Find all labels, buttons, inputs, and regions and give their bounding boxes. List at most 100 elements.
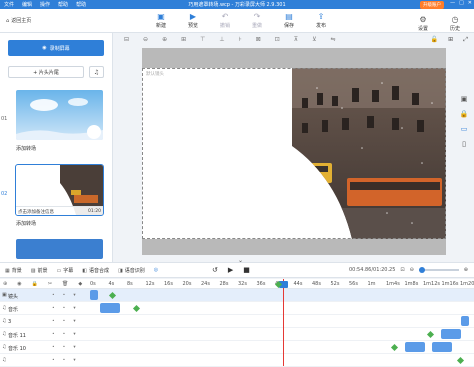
- slide-note[interactable]: 点击添加备注信息: [18, 209, 54, 215]
- delete-icon[interactable]: 🗑: [62, 281, 68, 287]
- fit-icon[interactable]: ⊡: [400, 267, 404, 273]
- add-track-icon[interactable]: ⊕: [3, 281, 7, 287]
- menu-help-2[interactable]: 帮助: [76, 1, 86, 8]
- head-tail-button[interactable]: + 片头片尾: [8, 66, 84, 78]
- maximize-icon[interactable]: □: [459, 0, 464, 6]
- timeline-track[interactable]: ♫ • • ▾: [0, 354, 474, 367]
- align-right-icon[interactable]: ⊕: [162, 36, 167, 43]
- marker-icon[interactable]: ◆: [78, 281, 82, 287]
- publish-button[interactable]: ⇪ 发布: [310, 12, 332, 29]
- zoom-in-icon[interactable]: ⊕: [464, 267, 468, 273]
- lock-toggle-icon[interactable]: •: [63, 293, 66, 298]
- group-icon[interactable]: ⊠: [256, 36, 261, 43]
- undo-button[interactable]: ↶ 撤销: [214, 12, 236, 29]
- timeline-track[interactable]: ♫ 3 • • ▾: [0, 315, 474, 328]
- track-controls: • • ▾: [52, 319, 76, 324]
- split-icon[interactable]: ✂: [48, 281, 52, 287]
- distribute-icon[interactable]: ⊞: [181, 36, 186, 43]
- menu-edit[interactable]: 编辑: [22, 1, 32, 8]
- align-left-icon[interactable]: ⊟: [124, 36, 129, 43]
- layer-up-icon[interactable]: ⊼: [294, 36, 298, 43]
- timeline-track[interactable]: ♫ 音乐 • • ▾: [0, 302, 474, 315]
- audio-clip[interactable]: [461, 316, 469, 326]
- align-middle-icon[interactable]: ⊥: [219, 36, 224, 43]
- align-top-icon[interactable]: ⊤: [200, 36, 205, 43]
- zoom-slider[interactable]: [418, 267, 459, 273]
- lock-toggle-icon[interactable]: •: [63, 345, 66, 350]
- audio-clip[interactable]: [90, 290, 98, 300]
- lock-toggle-icon[interactable]: •: [63, 358, 66, 363]
- history-button[interactable]: ◷ 历史: [444, 15, 466, 32]
- lock-toggle-icon[interactable]: •: [63, 319, 66, 324]
- timeline-track[interactable]: ▣ 镜头 • • ▾: [0, 289, 474, 302]
- back-to-home-button[interactable]: ⌂ 返回主页: [6, 17, 32, 25]
- visibility-toggle-icon[interactable]: •: [52, 306, 55, 311]
- layer-down-icon[interactable]: ⊻: [312, 36, 316, 43]
- menu-operate[interactable]: 操作: [40, 1, 50, 8]
- more-icon[interactable]: ▾: [73, 293, 75, 298]
- phone-icon[interactable]: ▯: [462, 140, 466, 148]
- timeline-track[interactable]: ♫ 音乐 11 • • ▾: [0, 328, 474, 341]
- redo-icon: ↷: [253, 12, 261, 21]
- menu-help[interactable]: 帮助: [58, 1, 68, 8]
- slide-thumbnail-3[interactable]: [16, 239, 103, 259]
- rewind-icon[interactable]: ↺: [212, 266, 218, 274]
- monitor-icon[interactable]: ▭: [461, 125, 468, 133]
- more-icon[interactable]: ▾: [73, 306, 75, 311]
- lock-toggle-icon[interactable]: •: [63, 306, 66, 311]
- new-button[interactable]: ▣ 新建: [150, 12, 172, 29]
- lock-icon[interactable]: 🔓: [431, 36, 438, 44]
- voice-recognition-button[interactable]: ◨ 语音识别: [118, 267, 145, 274]
- redo-button[interactable]: ↷ 重做: [246, 12, 268, 29]
- publish-label: 发布: [315, 23, 326, 29]
- flip-icon[interactable]: ⇋: [331, 36, 336, 43]
- visibility-toggle-icon[interactable]: •: [52, 319, 55, 324]
- settings-button[interactable]: ⚙ 设置: [412, 15, 434, 32]
- foreground-button[interactable]: ▨ 前景: [31, 267, 48, 274]
- record-screen-button[interactable]: ◉ 录制屏幕: [8, 40, 104, 56]
- visibility-toggle-icon[interactable]: •: [52, 293, 55, 298]
- visibility-toggle-icon[interactable]: •: [52, 345, 55, 350]
- undo-label: 撤销: [219, 23, 230, 29]
- save-button[interactable]: ▤ 保存: [278, 12, 300, 29]
- background-button[interactable]: ▦ 背景: [5, 267, 22, 274]
- lock-icon[interactable]: 🔒: [460, 110, 469, 118]
- stop-icon[interactable]: ■: [243, 266, 250, 274]
- subtitle-button[interactable]: ▭ 字幕: [57, 267, 74, 274]
- playhead-line[interactable]: [283, 279, 284, 366]
- zoom-out-icon[interactable]: ⊖: [410, 267, 414, 273]
- close-icon[interactable]: ✕: [468, 0, 472, 6]
- lock-toggle-icon[interactable]: •: [63, 332, 66, 337]
- grid-icon[interactable]: ⊞: [448, 36, 453, 44]
- visibility-icon[interactable]: ◉: [17, 281, 21, 287]
- slide-thumbnail-2[interactable]: 点击添加备注信息 01:20: [15, 164, 104, 216]
- more-icon[interactable]: ▾: [73, 319, 75, 324]
- audio-clip[interactable]: [432, 342, 452, 352]
- timeline-track[interactable]: ♫ 音乐 10 • • ▾: [0, 341, 474, 354]
- align-bottom-icon[interactable]: ⊦: [239, 36, 242, 43]
- music-button[interactable]: ♫: [89, 66, 104, 78]
- zoom-fit-icon[interactable]: ⤢: [463, 36, 468, 44]
- camera-icon[interactable]: ▣: [461, 95, 468, 103]
- upgrade-account-button[interactable]: 升级账户: [420, 1, 444, 9]
- more-icon[interactable]: ▾: [73, 358, 75, 363]
- audio-clip[interactable]: [441, 329, 461, 339]
- visibility-toggle-icon[interactable]: •: [52, 332, 55, 337]
- ungroup-icon[interactable]: ⊡: [275, 36, 280, 43]
- play-icon[interactable]: ▶: [228, 266, 233, 274]
- tts-button[interactable]: ◧ 语音合成: [82, 267, 109, 274]
- slide-thumbnail-1[interactable]: [16, 90, 103, 140]
- more-icon[interactable]: ▾: [73, 332, 75, 337]
- audio-clip[interactable]: [405, 342, 425, 352]
- visibility-toggle-icon[interactable]: •: [52, 358, 55, 363]
- align-center-icon[interactable]: ⊖: [143, 36, 148, 43]
- more-icon[interactable]: ▾: [73, 345, 75, 350]
- preview-button[interactable]: ▶ 预览: [182, 12, 204, 29]
- zoom-slider-knob[interactable]: [418, 267, 425, 273]
- lock-all-icon[interactable]: 🔒: [32, 281, 38, 287]
- more-button[interactable]: ◎: [154, 267, 160, 274]
- back-label: 返回主页: [11, 18, 32, 24]
- audio-clip[interactable]: [100, 303, 120, 313]
- menu-file[interactable]: 文件: [4, 1, 14, 8]
- minimize-icon[interactable]: —: [450, 0, 455, 6]
